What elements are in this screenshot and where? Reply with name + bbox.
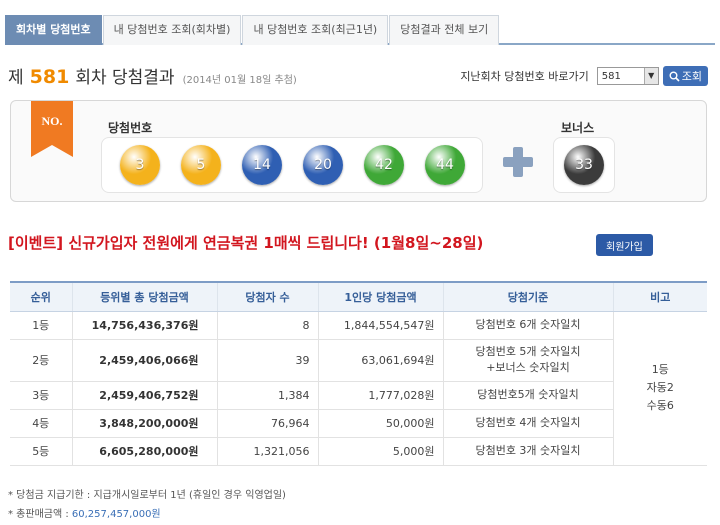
- criteria-cell: 당첨번호 6개 숫자일치: [442, 311, 613, 340]
- note-line-1: 1등: [651, 363, 669, 376]
- bonus-label: 보너스: [561, 121, 595, 135]
- chevron-down-icon: ▼: [643, 68, 658, 84]
- per-winner-cell: 5,000원: [317, 437, 443, 466]
- winners-cell: 76,964: [216, 409, 318, 438]
- ball-1: 3: [120, 145, 160, 185]
- page-title: 제 581 회차 당첨결과 (2014년 01월 18일 추첨): [8, 63, 297, 88]
- header-rank: 순위: [10, 281, 72, 312]
- round-jump: 지난회차 당첨번호 바로가기 581 ▼ 조회: [460, 66, 708, 86]
- winning-numbers-label: 당첨번호: [108, 121, 153, 135]
- winners-cell: 8: [216, 311, 318, 340]
- search-icon: [669, 71, 680, 82]
- bonus-ball: 33: [564, 145, 604, 185]
- total-cell: 14,756,436,376원: [71, 311, 217, 340]
- plus-icon: [503, 147, 533, 177]
- total-cell: 6,605,280,000원: [71, 437, 217, 466]
- winners-cell: 1,384: [216, 381, 318, 410]
- table-row: 5등 6,605,280,000원 1,321,056 5,000원 당첨번호 …: [10, 437, 707, 466]
- rank-cell: 4등: [10, 409, 72, 438]
- total-sales-note: * 총판매금액 : 60,257,457,000원: [8, 505, 161, 520]
- criteria-cell: 당첨번호 5개 숫자일치 +보너스 숫자일치: [442, 339, 613, 382]
- signup-button[interactable]: 회원가입: [596, 234, 653, 256]
- header-criteria: 당첨기준: [442, 281, 613, 312]
- table-row: 4등 3,848,200,000원 76,964 50,000원 당첨번호 4개…: [10, 409, 707, 438]
- note-line-3: 수동6: [646, 399, 674, 412]
- rank-cell: 3등: [10, 381, 72, 410]
- lookup-button-label: 조회: [681, 70, 702, 83]
- tab-all-results[interactable]: 당첨결과 전체 보기: [389, 15, 500, 45]
- criteria-line-1: 당첨번호 5개 숫자일치: [475, 345, 581, 358]
- rank-cell: 1등: [10, 311, 72, 340]
- tab-my-numbers-by-round[interactable]: 내 당첨번호 조회(회차별): [102, 15, 242, 45]
- ball-6: 44: [425, 145, 465, 185]
- result-panel: NO. 당첨번호 보너스 3 5 14 20 42 44 33: [10, 100, 707, 202]
- table-row: 1등 14,756,436,376원 8 1,844,554,547원 당첨번호…: [10, 311, 707, 466]
- header-total: 등위별 총 당첨금액: [71, 281, 217, 312]
- ball-4: 20: [303, 145, 343, 185]
- lookup-button[interactable]: 조회: [662, 66, 708, 86]
- ball-tray: 3 5 14 20 42 44: [101, 137, 483, 193]
- note-line-2: 자동2: [646, 381, 674, 394]
- payout-deadline-note: * 당첨금 지급기한 : 지급개시일로부터 1년 (휴일인 경우 익영업일): [8, 490, 286, 501]
- header-note: 비고: [612, 281, 707, 312]
- per-winner-cell: 50,000원: [317, 409, 443, 438]
- title-prefix: 제: [8, 68, 24, 88]
- ball-3: 14: [242, 145, 282, 185]
- round-select-value: 581: [601, 70, 621, 82]
- draw-date: (2014년 01월 18일 추첨): [182, 75, 297, 86]
- round-number: 581: [29, 66, 70, 88]
- tab-round-winning-numbers[interactable]: 회차별 당첨번호: [5, 15, 102, 45]
- rank-cell: 2등: [10, 339, 72, 382]
- criteria-cell: 당첨번호 4개 숫자일치: [442, 409, 613, 438]
- ball-5: 42: [364, 145, 404, 185]
- header-per-winner: 1인당 당첨금액: [317, 281, 443, 312]
- per-winner-cell: 1,777,028원: [317, 381, 443, 410]
- criteria-line-2: +보너스 숫자일치: [486, 361, 570, 374]
- header-winners: 당첨자 수: [216, 281, 318, 312]
- table-row: 3등 2,459,406,752원 1,384 1,777,028원 당첨번호5…: [10, 381, 707, 410]
- total-cell: 3,848,200,000원: [71, 409, 217, 438]
- total-cell: 2,459,406,066원: [71, 339, 217, 382]
- criteria-cell: 당첨번호 3개 숫자일치: [442, 437, 613, 466]
- ribbon-text: NO.: [42, 114, 63, 128]
- winners-cell: 1,321,056: [216, 437, 318, 466]
- ball-2: 5: [181, 145, 221, 185]
- round-jump-label: 지난회차 당첨번호 바로가기: [460, 70, 589, 83]
- prize-table: 순위 등위별 총 당첨금액 당첨자 수 1인당 당첨금액 당첨기준 비고 1등 …: [10, 281, 707, 466]
- note-cell: 1등 자동2 수동6: [612, 311, 707, 466]
- total-sales-value: 60,257,457,000원: [71, 509, 161, 520]
- tab-my-numbers-last-year[interactable]: 내 당첨번호 조회(최근1년): [242, 15, 389, 45]
- winners-cell: 39: [216, 339, 318, 382]
- total-cell: 2,459,406,752원: [71, 381, 217, 410]
- table-row: 2등 2,459,406,066원 39 63,061,694원 당첨번호 5개…: [10, 339, 707, 382]
- ribbon-badge-icon: NO.: [31, 101, 73, 157]
- criteria-cell: 당첨번호5개 숫자일치: [442, 381, 613, 410]
- total-sales-label: * 총판매금액 :: [8, 509, 72, 520]
- per-winner-cell: 1,844,554,547원: [317, 311, 443, 340]
- rank-cell: 5등: [10, 437, 72, 466]
- event-banner[interactable]: [이벤트] 신규가입자 전원에게 연금복권 1매씩 드립니다! (1월8일~28…: [8, 232, 483, 253]
- tab-bar: 회차별 당첨번호 내 당첨번호 조회(회차별) 내 당첨번호 조회(최근1년) …: [5, 15, 715, 45]
- per-winner-cell: 63,061,694원: [317, 339, 443, 382]
- bonus-tray: 33: [553, 137, 615, 193]
- title-suffix: 회차 당첨결과: [75, 68, 175, 88]
- round-select[interactable]: 581 ▼: [596, 67, 659, 85]
